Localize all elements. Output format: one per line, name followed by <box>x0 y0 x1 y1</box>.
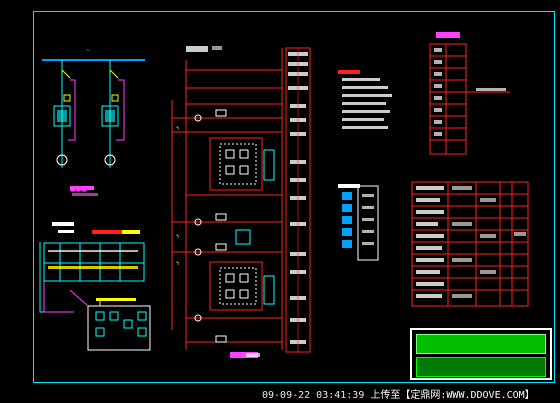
title-block-sub <box>416 357 546 377</box>
title-block-stamp <box>410 328 552 380</box>
terminal-block-icon <box>43 242 145 264</box>
control-circuit: ϟ ϟ ϟ <box>171 46 283 358</box>
relay-icon <box>263 275 275 305</box>
svg-text:ϟ: ϟ <box>176 261 179 267</box>
upload-caption: 09-09-22 03:41:39 上传至【定鼎网:WWW.DDOVE.COM】 <box>262 386 535 401</box>
primary-circuit: ~ ▬▬▬ <box>42 48 145 196</box>
svg-text:ϟ: ϟ <box>176 126 179 132</box>
svg-text:~: ~ <box>86 48 90 54</box>
indicator-stack <box>338 184 379 261</box>
relay-icon <box>263 149 275 181</box>
title-block-main <box>416 334 546 354</box>
design-notes <box>338 70 392 129</box>
device-list-table <box>429 32 510 155</box>
terminal-block-diagram <box>39 222 151 351</box>
svg-text:ϟ: ϟ <box>176 234 179 240</box>
cad-drawing-sheet: ~ ▬▬▬ ϟ ϟ ϟ 09-09-22 03:41:39 上传至【定鼎网:WW… <box>0 0 560 403</box>
terminal-column <box>285 47 311 353</box>
caption-datetime: 09-09-22 03:41:39 <box>262 390 365 401</box>
equipment-table <box>411 181 529 307</box>
caption-upload-text: 上传至【定鼎网:WWW.DDOVE.COM】 <box>370 390 535 401</box>
